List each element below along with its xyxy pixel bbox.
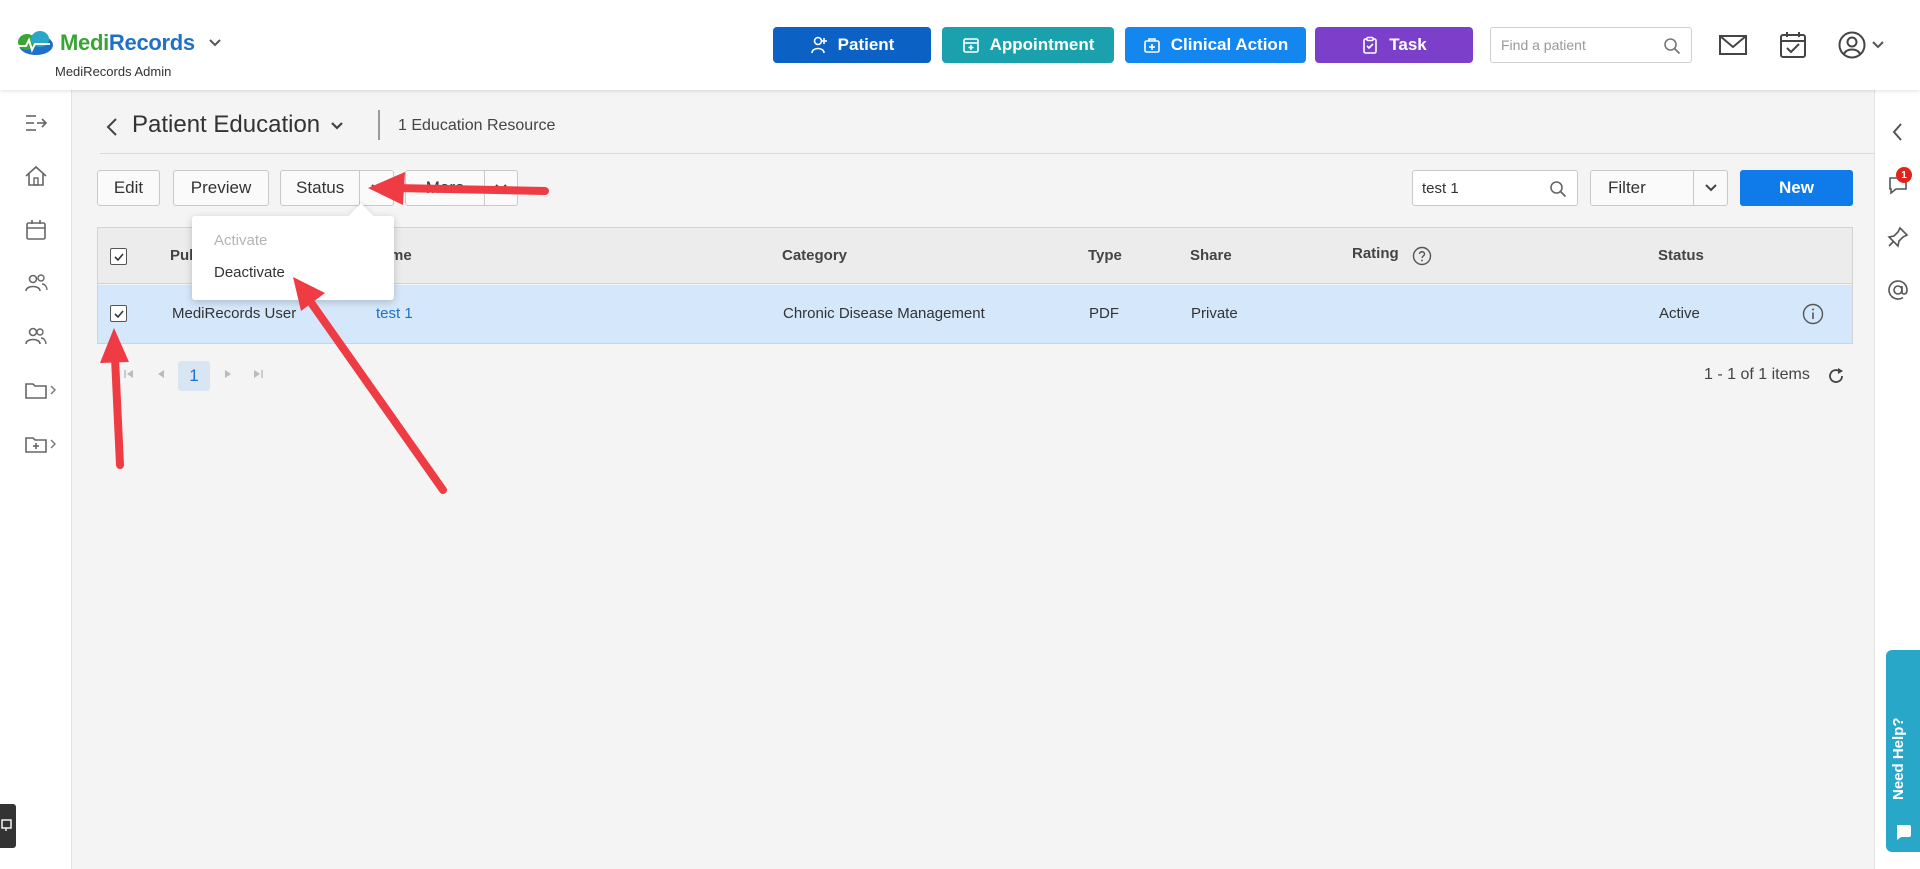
chevron-down-icon[interactable]	[207, 35, 223, 51]
column-header-share[interactable]: Share	[1190, 247, 1232, 264]
filter-dropdown-toggle[interactable]	[1694, 171, 1727, 205]
medical-kit-icon	[1143, 38, 1160, 53]
preview-button[interactable]: Preview	[173, 170, 269, 206]
clipboard-icon	[1363, 36, 1378, 54]
first-page-icon[interactable]	[122, 367, 136, 381]
cell-type: PDF	[1089, 305, 1119, 322]
patients-icon[interactable]	[24, 271, 48, 295]
back-arrow-icon[interactable]	[102, 116, 122, 138]
app-logo[interactable]: MediRecords	[12, 28, 223, 58]
page-header: Patient Education 1 Education Resource	[100, 96, 1874, 154]
expand-menu-icon[interactable]	[24, 111, 48, 135]
patient-button-label: Patient	[837, 35, 895, 54]
search-icon[interactable]	[1549, 180, 1567, 198]
org-name: MediRecords Admin	[55, 64, 172, 79]
annotation-arrow	[100, 328, 129, 469]
select-all-checkbox[interactable]	[110, 248, 127, 265]
column-header-status[interactable]: Status	[1658, 247, 1704, 264]
chevron-left-icon[interactable]	[1886, 120, 1910, 144]
mention-icon[interactable]	[1886, 278, 1910, 302]
monitor-icon	[1, 819, 12, 831]
next-page-icon[interactable]	[221, 367, 235, 381]
cell-category: Chronic Disease Management	[783, 305, 985, 322]
more-split-button: More	[405, 170, 518, 206]
resource-search[interactable]	[1412, 170, 1578, 206]
need-help-label: Need Help?	[1890, 717, 1907, 800]
cell-share: Private	[1191, 305, 1238, 322]
users-icon[interactable]	[24, 324, 48, 348]
side-panel-toggle[interactable]	[0, 804, 16, 848]
folder-icon[interactable]	[24, 378, 48, 402]
calendar-check-icon[interactable]	[1778, 30, 1808, 60]
chevron-down-icon	[370, 184, 383, 192]
resource-count: 1 Education Resource	[398, 117, 556, 134]
cell-publisher: MediRecords User	[172, 305, 297, 322]
notification-badge: 1	[1896, 167, 1912, 183]
last-page-icon[interactable]	[251, 367, 265, 381]
add-person-icon	[810, 36, 827, 54]
status-dropdown-menu: Activate Deactivate	[192, 216, 394, 300]
chevron-down-icon[interactable]	[1870, 37, 1886, 53]
refresh-icon[interactable]	[1826, 366, 1846, 386]
chevron-right-icon[interactable]	[48, 438, 58, 450]
resource-search-input[interactable]	[1420, 171, 1546, 205]
checkmark-icon	[114, 253, 124, 262]
filter-button[interactable]: Filter	[1591, 171, 1695, 205]
help-icon[interactable]	[1412, 246, 1432, 266]
cell-status: Active	[1659, 305, 1700, 322]
menu-item-activate: Activate	[214, 232, 268, 249]
calendar-add-icon	[962, 38, 979, 53]
column-header-category[interactable]: Category	[782, 247, 847, 264]
mail-icon[interactable]	[1718, 30, 1748, 60]
status-split-button: Status	[280, 170, 394, 206]
task-button-label: Task	[1389, 35, 1427, 54]
chevron-right-icon[interactable]	[48, 384, 58, 396]
more-dropdown-toggle[interactable]	[485, 171, 517, 205]
clinical-action-button[interactable]: Clinical Action	[1125, 27, 1306, 63]
chat-bubble-icon	[1897, 825, 1911, 840]
current-page-number[interactable]: 1	[178, 361, 210, 391]
info-icon[interactable]	[1802, 303, 1824, 325]
filter-split-button: Filter	[1590, 170, 1728, 206]
top-header: MediRecords MediRecords Admin Patient Ap…	[0, 0, 1920, 90]
appointment-button[interactable]: Appointment	[942, 27, 1114, 63]
status-button[interactable]: Status	[281, 171, 361, 205]
menu-item-deactivate[interactable]: Deactivate	[214, 264, 285, 281]
status-dropdown-toggle[interactable]	[360, 171, 393, 205]
chevron-down-icon	[495, 184, 507, 192]
cell-name-link[interactable]: test 1	[376, 305, 413, 322]
find-patient-search[interactable]	[1490, 27, 1692, 63]
search-icon[interactable]	[1663, 37, 1681, 55]
chevron-down-icon[interactable]	[330, 119, 344, 133]
page-title[interactable]: Patient Education	[132, 111, 320, 139]
logo-text: MediRecords	[60, 30, 195, 55]
appointment-button-label: Appointment	[989, 35, 1095, 54]
left-sidebar	[0, 90, 72, 869]
home-icon[interactable]	[24, 164, 48, 188]
task-button[interactable]: Task	[1315, 27, 1473, 63]
chevron-down-icon	[1704, 184, 1717, 192]
patient-button[interactable]: Patient	[773, 27, 931, 63]
more-button[interactable]: More	[406, 171, 486, 205]
find-patient-input[interactable]	[1499, 28, 1659, 62]
pager-summary: 1 - 1 of 1 items	[1704, 366, 1810, 383]
new-button[interactable]: New	[1740, 170, 1853, 206]
checkmark-icon	[114, 310, 124, 319]
folder-add-icon[interactable]	[24, 432, 48, 456]
column-header-rating[interactable]: Rating	[1352, 245, 1399, 262]
clinical-action-button-label: Clinical Action	[1170, 35, 1289, 54]
pin-icon[interactable]	[1886, 225, 1910, 249]
user-account-icon[interactable]	[1837, 30, 1867, 60]
calendar-icon[interactable]	[24, 218, 48, 242]
row-checkbox[interactable]	[110, 305, 127, 322]
previous-page-icon[interactable]	[154, 367, 168, 381]
cloud-logo-icon	[18, 31, 53, 55]
column-header-type[interactable]: Type	[1088, 247, 1122, 264]
header-divider	[378, 110, 380, 140]
edit-button[interactable]: Edit	[97, 170, 160, 206]
